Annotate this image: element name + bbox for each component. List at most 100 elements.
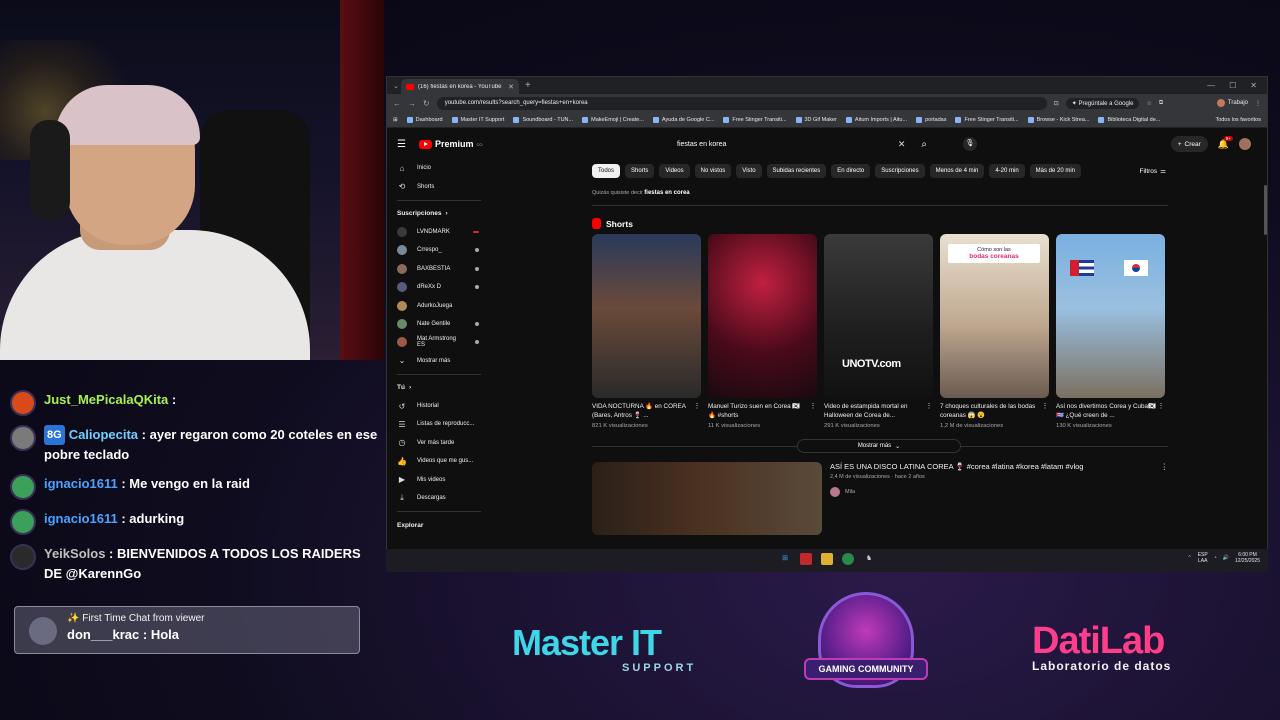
short-thumbnail[interactable] — [708, 234, 817, 398]
clock[interactable]: 6:00 PM 12/25/2025 — [1235, 552, 1260, 564]
show-more-button[interactable]: Mostrar más ⌄ — [797, 439, 961, 453]
short-title[interactable]: VIDA NOCTURNA 🔥 en COREA (Bares, Antros … — [592, 402, 693, 420]
sidebar-channel[interactable]: BAXBESTIA — [387, 260, 491, 278]
filter-chip[interactable]: Todos — [592, 164, 621, 178]
filter-chip[interactable]: Visto — [736, 164, 762, 178]
forward-icon[interactable]: → — [408, 99, 416, 108]
more-options-icon[interactable]: ⋮ — [925, 402, 933, 420]
back-icon[interactable]: ← — [393, 99, 401, 108]
sidebar-item[interactable]: ▶ Mis videos — [387, 470, 491, 488]
app-icon[interactable] — [800, 553, 812, 565]
sidebar-item[interactable]: ◷ Ver más tarde — [387, 434, 491, 452]
search-icon[interactable]: ⌕ — [921, 139, 927, 150]
sidebar-channel[interactable]: dReXx D — [387, 278, 491, 296]
apps-grid-icon[interactable]: ⊞ — [393, 117, 398, 123]
video-result[interactable]: ASÍ ES UNA DISCO LATINA COREA 🍷 #corea #… — [592, 462, 1168, 535]
filter-chip[interactable]: Subidas recientes — [766, 164, 827, 178]
more-options-icon[interactable]: ⋮ — [1161, 462, 1169, 471]
filter-chip[interactable]: Menos de 4 min — [929, 164, 985, 178]
tab-youtube[interactable]: (16) fiestas en korea - YouTube ✕ — [401, 79, 519, 94]
bookmark-item[interactable]: Browse - Kick Strea... — [1027, 116, 1089, 123]
filter-chip[interactable]: Videos — [659, 164, 690, 178]
search-input[interactable]: fiestas en korea — [677, 141, 898, 148]
short-thumbnail[interactable]: UNOTV.com — [824, 234, 933, 398]
scrollbar[interactable] — [1264, 185, 1267, 235]
bookmark-star-icon[interactable]: ☆ — [1146, 100, 1151, 107]
browser-menu-icon[interactable]: ⋮ — [1255, 100, 1261, 107]
short-title[interactable]: Video de estampida mortal en Halloween d… — [824, 402, 925, 420]
short-title[interactable]: 7 choques culturales de las bodas corean… — [940, 402, 1041, 420]
more-options-icon[interactable]: ⋮ — [693, 402, 701, 420]
bookmark-item[interactable]: MakeEmoji | Create... — [582, 116, 644, 123]
short-card[interactable]: Cómo son las bodas coreanas 7 choques cult… — [940, 234, 1049, 429]
filter-chip[interactable]: Shorts — [625, 164, 655, 178]
more-options-icon[interactable]: ⋮ — [1041, 402, 1049, 420]
all-bookmarks-button[interactable]: Todos los favoritos — [1215, 117, 1261, 123]
sidebar-item-inicio[interactable]: ⌂ Inicio — [387, 159, 491, 177]
bookmark-item[interactable]: Dashboard — [406, 116, 443, 123]
video-thumbnail[interactable] — [592, 462, 822, 535]
filter-chip[interactable]: En directo — [831, 164, 871, 178]
short-card[interactable]: Así nos divertimos Corea y Cuba🇰🇷🇨🇺 ¿Qué… — [1056, 234, 1165, 429]
reload-icon[interactable]: ↻ — [423, 99, 430, 108]
chrome-icon[interactable] — [842, 553, 854, 565]
maximize-icon[interactable]: ☐ — [1229, 81, 1236, 90]
sidebar-channel[interactable]: Mat Armstrong ES — [387, 333, 491, 351]
filter-chip[interactable]: 4-20 min — [989, 164, 1025, 178]
volume-icon[interactable]: 🔊 — [1223, 555, 1229, 561]
menu-icon[interactable]: ☰ — [397, 139, 411, 150]
microphone-icon[interactable]: 🎙 — [963, 137, 977, 151]
create-button[interactable]: + Crear — [1170, 136, 1208, 152]
short-title[interactable]: Así nos divertimos Corea y Cuba🇰🇷🇨🇺 ¿Qué… — [1056, 402, 1157, 420]
subscriptions-header[interactable]: Suscripciones › — [387, 205, 491, 223]
windows-start-icon[interactable]: ⊞ — [779, 553, 791, 565]
youtube-logo[interactable]: Premium CO — [419, 139, 483, 149]
filters-button[interactable]: Filtros ⚌ — [1139, 167, 1166, 176]
more-options-icon[interactable]: ⋮ — [809, 402, 817, 420]
account-avatar[interactable] — [1239, 138, 1251, 150]
profile-button[interactable]: Trabajo — [1216, 99, 1248, 107]
bookmark-item[interactable]: portadas — [916, 116, 946, 123]
bookmark-item[interactable]: Ayuda de Google C... — [652, 116, 714, 123]
ask-google-button[interactable]: ✦ Pregúntale a Google — [1065, 97, 1140, 109]
bookmark-item[interactable]: Aitum Imports | Aitu... — [845, 116, 907, 123]
url-input[interactable]: youtube.com/results?search_query=fiestas… — [436, 96, 1047, 110]
short-thumbnail[interactable] — [592, 234, 701, 398]
close-tab-icon[interactable]: ✕ — [508, 83, 514, 91]
sidebar-channel[interactable]: LVNDMARK — [387, 223, 491, 241]
chevron-up-icon[interactable]: ⌃ — [1187, 555, 1191, 561]
show-more-subscriptions[interactable]: ⌄ Mostrar más — [387, 352, 491, 370]
bookmark-item[interactable]: Master IT Support — [451, 116, 504, 123]
sidebar-channel[interactable]: Crrespo_ — [387, 241, 491, 259]
sidebar-item[interactable]: ☰ Listas de reproducc... — [387, 415, 491, 433]
you-header[interactable]: Tú › — [387, 379, 491, 397]
minimize-icon[interactable]: — — [1207, 81, 1215, 90]
bookmark-item[interactable]: Free Stinger Transiti... — [955, 116, 1019, 123]
extensions-icon[interactable]: ⧉ — [1159, 100, 1163, 107]
language-indicator[interactable]: ESP LAA — [1198, 552, 1208, 564]
file-explorer-icon[interactable] — [821, 553, 833, 565]
short-card[interactable]: VIDA NOCTURNA 🔥 en COREA (Bares, Antros … — [592, 234, 701, 429]
search-bar[interactable]: fiestas en korea ✕ ⌕ — [677, 135, 927, 153]
filter-chip[interactable]: Más de 20 min — [1029, 164, 1082, 178]
sidebar-channel[interactable]: Nate Gentile — [387, 315, 491, 333]
bookmark-item[interactable]: Biblioteca Digital de... — [1098, 116, 1160, 123]
filter-chip[interactable]: Suscripciones — [875, 164, 925, 178]
close-window-icon[interactable]: ✕ — [1250, 81, 1257, 90]
short-thumbnail[interactable] — [1056, 234, 1165, 398]
sidebar-item[interactable]: 👍 Videos que me gus... — [387, 452, 491, 470]
new-tab-icon[interactable]: + — [525, 80, 531, 91]
bookmark-item[interactable]: Soundboard - TUN... — [513, 116, 573, 123]
did-you-mean-link[interactable]: fiestas en corea — [644, 190, 689, 196]
install-icon[interactable]: ⊡ — [1054, 100, 1059, 107]
app-icon[interactable]: ♞ — [863, 553, 875, 565]
video-channel[interactable]: Mila — [830, 487, 1168, 497]
bookmark-item[interactable]: 3D Gif Maker — [795, 116, 837, 123]
clear-search-icon[interactable]: ✕ — [898, 139, 906, 150]
short-thumbnail[interactable]: Cómo son las bodas coreanas — [940, 234, 1049, 398]
tab-search-icon[interactable]: ⌄ — [391, 82, 401, 90]
short-card[interactable]: Manuel Turizo suen en Corea 🇰🇷 🔥 #shorts… — [708, 234, 817, 429]
sidebar-channel[interactable]: AdurkoJuega — [387, 296, 491, 314]
bookmark-item[interactable]: Free Stinger Transiti... — [723, 116, 787, 123]
short-card[interactable]: UNOTV.com Video de estampida mortal en Ha… — [824, 234, 933, 429]
